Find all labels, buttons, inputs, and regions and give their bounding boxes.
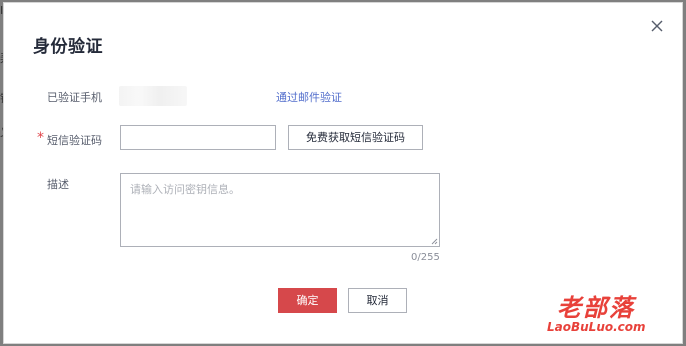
masked-phone-number [119,86,187,106]
identity-verification-dialog: 身份验证 已验证手机 通过邮件验证 * 短信验证码 免费获取短信验证码 描述 请… [3,2,683,344]
sms-code-label: 短信验证码 [47,134,102,147]
character-counter: 0/255 [411,252,440,263]
sms-code-input[interactable] [120,125,276,150]
close-button[interactable] [647,16,667,36]
cancel-button[interactable]: 取消 [348,288,407,313]
description-label: 描述 [47,178,69,191]
watermark-url: LaoBuLuo.com [547,320,646,334]
dialog-title: 身份验证 [33,37,103,57]
description-textarea[interactable]: 请输入访问密钥信息。 [120,173,440,247]
verified-phone-label: 已验证手机 [47,91,102,104]
confirm-button[interactable]: 确定 [278,288,337,313]
required-mark: * [37,130,44,146]
verify-by-email-link[interactable]: 通过邮件验证 [276,89,342,105]
get-sms-code-button[interactable]: 免费获取短信验证码 [288,125,423,150]
watermark-logo-text: 老部落 [557,294,635,322]
resize-handle-icon[interactable] [431,238,438,245]
close-icon [651,20,663,32]
description-placeholder: 请输入访问密钥信息。 [130,183,240,196]
